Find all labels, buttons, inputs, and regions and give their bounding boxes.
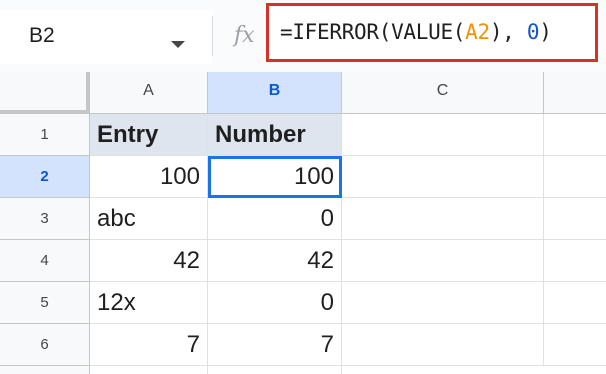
row-header-2[interactable]: 2: [0, 156, 90, 198]
cell-c3[interactable]: [342, 198, 544, 240]
formula-closing-paren: ): [539, 20, 552, 44]
cell-c5[interactable]: [342, 282, 544, 324]
column-header-a[interactable]: A: [90, 72, 208, 114]
formula-number-literal: 0: [526, 20, 540, 44]
column-header-b[interactable]: B: [208, 72, 342, 114]
cell-c4[interactable]: [342, 240, 544, 282]
cell-a1[interactable]: Entry: [90, 114, 208, 156]
chevron-down-icon[interactable]: [171, 41, 185, 48]
select-all-corner[interactable]: [0, 72, 90, 114]
formula-separator-part: ),: [489, 20, 527, 44]
cell-a2[interactable]: 100: [90, 156, 208, 198]
cell-b4[interactable]: 42: [208, 240, 342, 282]
formula-input[interactable]: =IFERROR(VALUE(A2), 0): [266, 3, 598, 62]
name-box-value[interactable]: B2: [29, 24, 55, 48]
cell-a5[interactable]: 12x: [90, 282, 208, 324]
formula-function-part: =IFERROR(VALUE(: [280, 20, 466, 44]
cell-d3[interactable]: [544, 198, 606, 240]
cell-a3[interactable]: abc: [90, 198, 208, 240]
cell-b5[interactable]: 0: [208, 282, 342, 324]
row-header-6[interactable]: 6: [0, 324, 90, 366]
cell-b7[interactable]: [208, 366, 342, 374]
cell-b2-active[interactable]: 100: [208, 156, 342, 198]
cell-a4[interactable]: 42: [90, 240, 208, 282]
row-header-3[interactable]: 3: [0, 198, 90, 240]
cell-b3[interactable]: 0: [208, 198, 342, 240]
cell-d5[interactable]: [544, 282, 606, 324]
cell-a6[interactable]: 7: [90, 324, 208, 366]
cell-d4[interactable]: [544, 240, 606, 282]
cell-d1[interactable]: [544, 114, 606, 156]
formula-bar-divider: [212, 16, 213, 56]
formula-cell-reference: A2: [465, 20, 490, 44]
fx-icon: fx: [234, 23, 255, 48]
name-box[interactable]: B2: [0, 10, 212, 64]
row-header-5[interactable]: 5: [0, 282, 90, 324]
row-header-1[interactable]: 1: [0, 114, 90, 156]
column-header-c[interactable]: C: [342, 72, 544, 114]
cell-d6[interactable]: [544, 324, 606, 366]
row-header-4[interactable]: 4: [0, 240, 90, 282]
row-header-7[interactable]: [0, 366, 90, 374]
formula-bar: B2 fx =IFERROR(VALUE(A2), 0): [0, 0, 606, 76]
formula-text[interactable]: =IFERROR(VALUE(A2), 0): [280, 20, 552, 44]
spreadsheet-grid: A B C 1 Entry Number 2 100 100 3 abc 0 4…: [0, 72, 606, 374]
cell-c6[interactable]: [342, 324, 544, 366]
cell-c2[interactable]: [342, 156, 544, 198]
column-header-d[interactable]: [544, 72, 606, 114]
cell-b1[interactable]: Number: [208, 114, 342, 156]
cell-c1[interactable]: [342, 114, 544, 156]
cell-a7[interactable]: [90, 366, 208, 374]
cell-d2[interactable]: [544, 156, 606, 198]
cell-b6[interactable]: 7: [208, 324, 342, 366]
